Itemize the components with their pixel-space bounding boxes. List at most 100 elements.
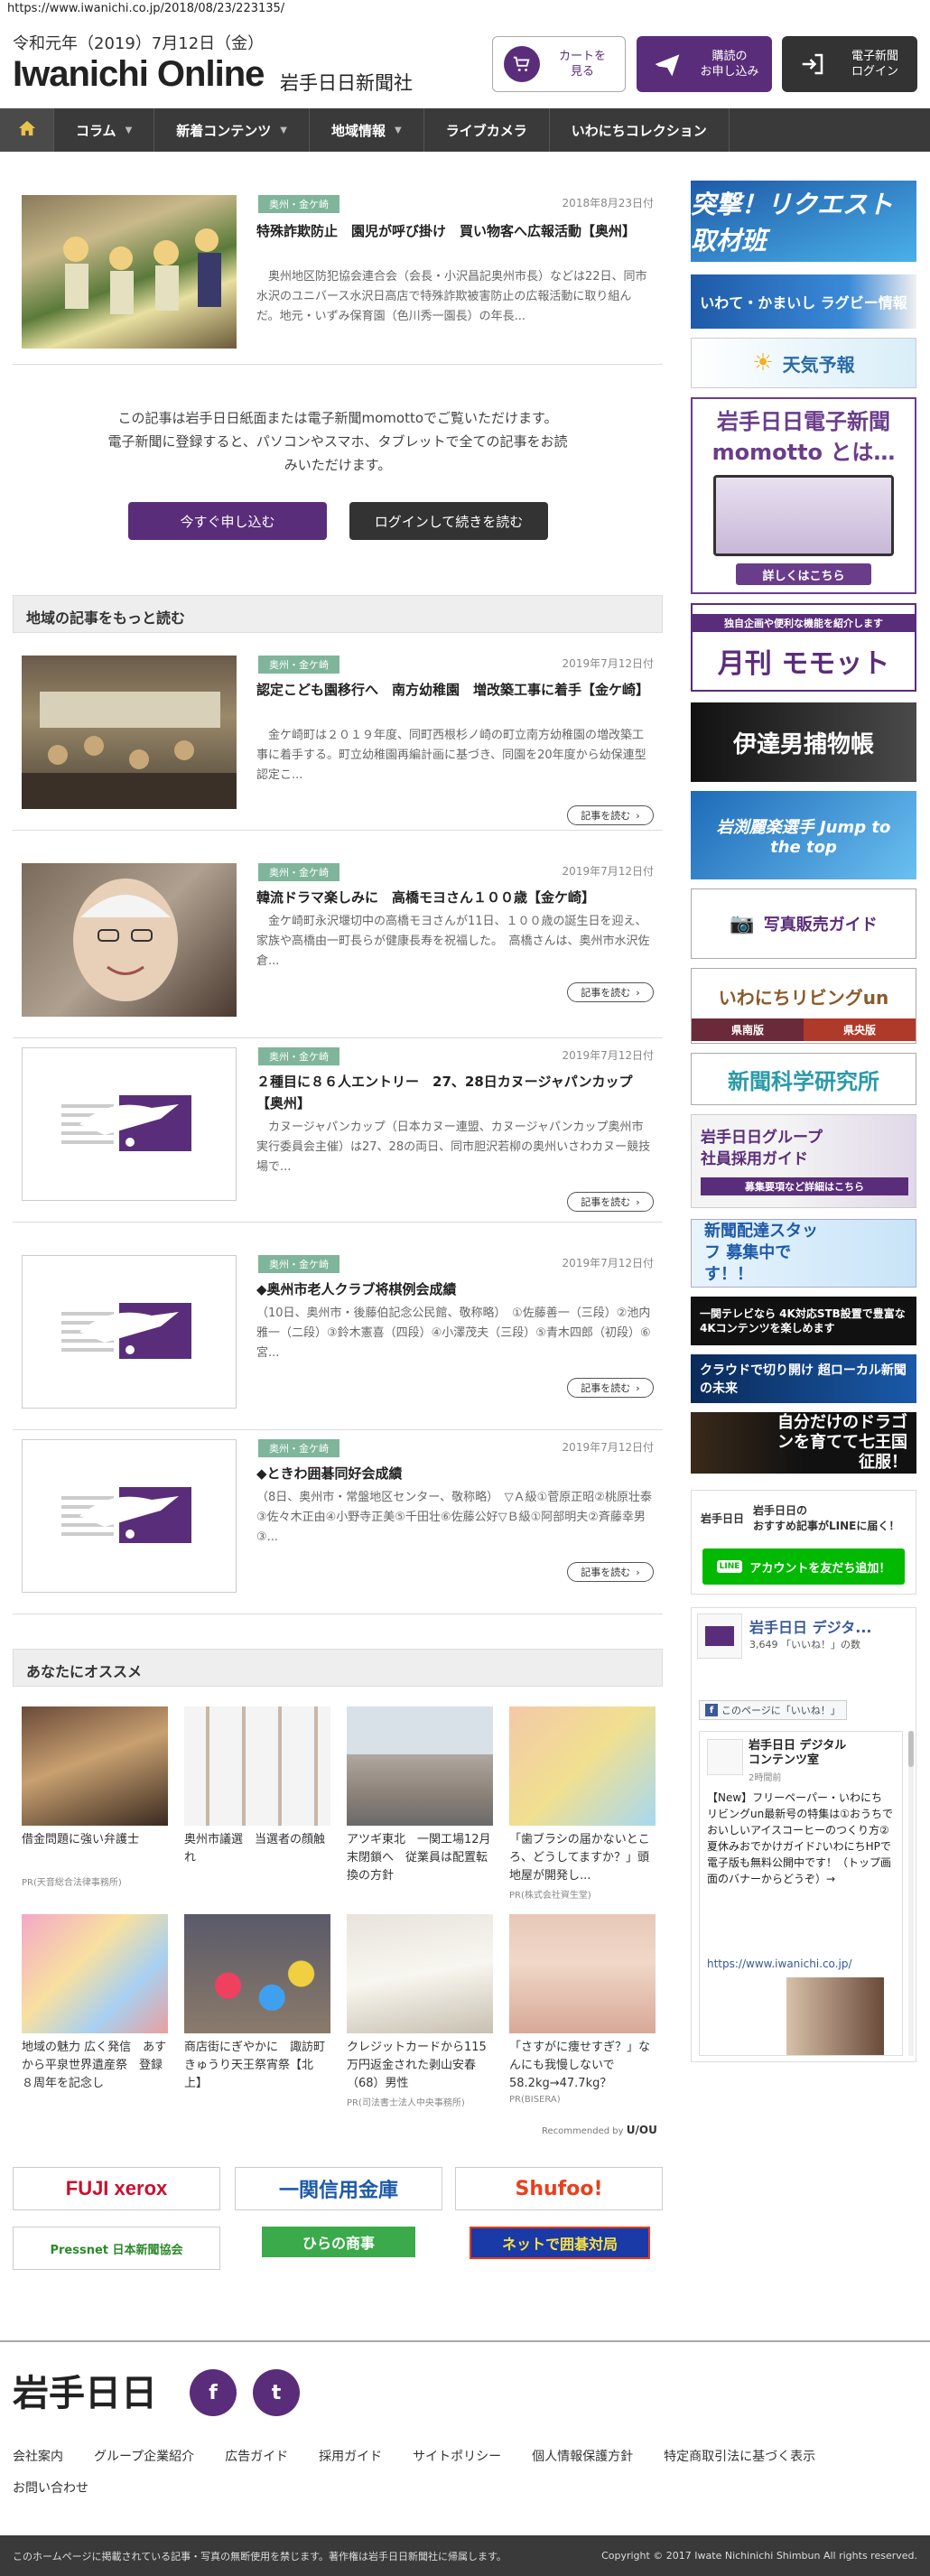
read-more-button[interactable]: 記事を読む › bbox=[567, 982, 654, 1002]
ad-banner[interactable]: Pressnet 日本新聞協会 bbox=[13, 2227, 220, 2270]
article-title[interactable]: 韓流ドラマ楽しみに 高橋モヨさん１００歳【金ケ崎】 bbox=[256, 887, 654, 908]
edition-south[interactable]: 県南版 bbox=[692, 1018, 804, 1041]
sidebar-banner-delivery[interactable]: 新聞配達スタッフ 募集中です！！ bbox=[691, 1219, 916, 1288]
read-more-button[interactable]: 記事を読む › bbox=[567, 1378, 654, 1398]
sidebar-banner-momotto[interactable]: 岩手日日電子新聞 momotto とは… 詳しくはこちら bbox=[691, 397, 916, 594]
article-photo[interactable] bbox=[22, 656, 237, 809]
footer-link[interactable]: 会社案内 bbox=[13, 2447, 63, 2465]
ad-banner[interactable]: FUJI xerox bbox=[13, 2167, 220, 2210]
camera-icon: 📷 bbox=[730, 912, 755, 935]
region-tag[interactable]: 奥州・金ケ崎 bbox=[258, 1047, 339, 1065]
apply-now-button[interactable]: 今すぐ申し込む bbox=[128, 502, 327, 540]
twitter-icon[interactable]: t bbox=[253, 2369, 300, 2416]
region-tag[interactable]: 奥州・金ケ崎 bbox=[258, 656, 339, 674]
region-tag[interactable]: 奥州・金ケ崎 bbox=[258, 863, 339, 881]
caret-down-icon: ▼ bbox=[280, 125, 287, 135]
post-author[interactable]: 岩手日日 デジタル コンテンツ室 bbox=[749, 1739, 846, 1768]
recommend-item[interactable]: クレジットカードから115万円返金された剥山安春（68）男性 PR(司法書士法人… bbox=[347, 1914, 493, 2108]
publish-date: 2019年7月12日付 bbox=[562, 1049, 654, 1062]
ad-banner[interactable]: 一関信用金庫 bbox=[235, 2167, 442, 2210]
read-more-button[interactable]: 記事を読む › bbox=[567, 1192, 654, 1212]
nav-item-collection[interactable]: いわにちコレクション bbox=[550, 108, 730, 152]
article-title[interactable]: ◆奥州市老人クラブ将棋例会成績 bbox=[256, 1279, 654, 1300]
sidebar-banner-monthly[interactable]: 独自企画や便利な機能を紹介します 月刊 モモット bbox=[691, 603, 916, 692]
fb-scrollbar[interactable] bbox=[908, 1731, 914, 2056]
featured-photo[interactable] bbox=[22, 195, 237, 349]
recommend-item[interactable]: 「さすがに痩せすぎ？」なんにも我慢しないで58.2kg→47.7kg？ PR(B… bbox=[509, 1914, 656, 2105]
footer-link[interactable]: 特定商取引法に基づく表示 bbox=[664, 2447, 815, 2465]
line-add-button[interactable]: LINE アカウントを友だち追加！ bbox=[702, 1548, 905, 1585]
post-link[interactable]: https://www.iwanichi.co.jp/ bbox=[707, 1958, 852, 1970]
read-more-button[interactable]: 記事を読む › bbox=[567, 805, 654, 825]
publish-date: 2019年7月12日付 bbox=[562, 865, 654, 878]
recommend-item[interactable]: 商店街にぎやかに 諏訪町 きゅうり天王祭宵祭【北上】 bbox=[184, 1914, 337, 2093]
recommend-item[interactable]: 「歯ブラシの届かないところ、どうしてますか？」頭地屋が開発し... PR(株式会… bbox=[509, 1706, 656, 1901]
publish-date: 2019年7月12日付 bbox=[562, 1257, 654, 1269]
contact-link[interactable]: お問い合わせ bbox=[13, 2478, 88, 2497]
recommend-title: 「さすがに痩せすぎ？」なんにも我慢しないで58.2kg→47.7kg？ bbox=[509, 2041, 651, 2090]
sidebar-banner-photo-sales[interactable]: 📷 写真販売ガイド bbox=[691, 888, 916, 959]
sidebar-banner-living-un[interactable]: いわにちリビングun 県南版 県央版 bbox=[691, 968, 916, 1044]
login-button[interactable]: 電子新聞 ログイン bbox=[782, 36, 917, 92]
post-text: 【New】フリーペーパー・いわにちリビングun最新号の特集は①おうちでおいしいア… bbox=[707, 1791, 893, 1885]
sidebar-banner-dragon[interactable]: 自分だけのドラゴンを育てて七王国征服！ bbox=[691, 1412, 916, 1474]
sidebar-banner-weather[interactable]: ☀ 天気予報 bbox=[691, 338, 916, 388]
sidebar-banner-date-otoko[interactable]: 伊達男捕物帳 bbox=[691, 702, 916, 782]
edition-central[interactable]: 県央版 bbox=[804, 1018, 916, 1041]
footer-logo[interactable]: 岩手日日 bbox=[13, 2364, 157, 2416]
nav-item-local-info[interactable]: 地域情報 ▼ bbox=[310, 108, 424, 152]
nav-item-new-content[interactable]: 新着コンテンツ ▼ bbox=[154, 108, 310, 152]
region-tag[interactable]: 奥州・金ケ崎 bbox=[258, 1255, 339, 1273]
nav-item-column[interactable]: コラム ▼ bbox=[54, 108, 155, 152]
sidebar-banner-iwabuchi[interactable]: 岩渕麗楽選手 Jump to the top bbox=[691, 791, 916, 879]
recommend-item[interactable]: 地域の魅力 広く発信 あすから平泉世界遺産祭 登録８周年を記念し bbox=[22, 1914, 168, 2093]
banner-title: クラウドで切り開け 超ローカル新聞の未来 bbox=[700, 1363, 907, 1396]
recommend-pr: PR(天音総合法律事務所) bbox=[22, 1878, 122, 1888]
placeholder-logo[interactable] bbox=[22, 1255, 237, 1409]
site-logo[interactable]: Iwanichi Online bbox=[13, 54, 265, 95]
sidebar-banner-cloud[interactable]: クラウドで切り開け 超ローカル新聞の未来 bbox=[691, 1354, 916, 1403]
sidebar-banner-recruit[interactable]: 岩手日日グループ 社員採用ガイド 募集要項など詳細はこちら bbox=[691, 1114, 916, 1208]
plane-icon bbox=[647, 44, 687, 84]
sidebar-banner-4k[interactable]: 一関テレビなら 4K対応STB設置で豊富な4Kコンテンツを楽しめます bbox=[691, 1297, 916, 1345]
footer-link[interactable]: 個人情報保護方針 bbox=[532, 2447, 633, 2465]
banner-title: 突撃！リクエスト取材班 bbox=[691, 190, 894, 256]
home-nav-button[interactable] bbox=[0, 108, 54, 152]
placeholder-logo[interactable] bbox=[22, 1047, 237, 1201]
page-url: https://www.iwanichi.co.jp/2018/08/23/22… bbox=[7, 2, 285, 15]
banner-title: 岩渕麗楽選手 Jump to the top bbox=[716, 817, 891, 857]
scroll-thumb[interactable] bbox=[908, 1731, 914, 1767]
footer-link[interactable]: サイトポリシー bbox=[413, 2447, 501, 2465]
recommend-item[interactable]: 借金問題に強い弁護士 PR(天音総合法律事務所) bbox=[22, 1706, 168, 1888]
ad-banner[interactable]: ひらの商事 bbox=[262, 2227, 415, 2257]
footer-link[interactable]: グループ企業紹介 bbox=[94, 2447, 194, 2465]
nav-item-live-camera[interactable]: ライブカメラ bbox=[424, 108, 550, 152]
post-image[interactable] bbox=[707, 1977, 884, 2055]
region-tag[interactable]: 奥州・金ケ崎 bbox=[258, 1439, 339, 1457]
footer-link[interactable]: 広告ガイド bbox=[225, 2447, 288, 2465]
featured-title[interactable]: 特殊詐欺防止 園児が呼び掛け 買い物客へ広報活動【奥州】 bbox=[256, 220, 654, 242]
article-title[interactable]: ２種目に８６人エントリー 27、28日カヌージャパンカップ【奥州】 bbox=[256, 1071, 654, 1114]
article-photo[interactable] bbox=[22, 863, 237, 1017]
recommend-item[interactable]: 奥州市議選 当選者の顔触れ bbox=[184, 1706, 330, 1867]
subscribe-button[interactable]: 購読の お申し込み bbox=[637, 36, 772, 92]
fb-avatar[interactable] bbox=[697, 1613, 742, 1659]
sidebar-banner-request[interactable]: 突撃！リクエスト取材班 bbox=[691, 181, 916, 262]
sidebar-banner-science[interactable]: 新聞科学研究所 bbox=[691, 1053, 916, 1105]
read-more-button[interactable]: 記事を読む › bbox=[567, 1562, 654, 1582]
cart-button[interactable]: カートを 見る bbox=[492, 36, 626, 92]
article-title[interactable]: ◆ときわ囲碁同好会成績 bbox=[256, 1463, 654, 1484]
login-continue-button[interactable]: ログインして続きを読む bbox=[349, 502, 548, 540]
ad-banner[interactable]: ネットで囲碁対局 bbox=[470, 2227, 650, 2259]
article-title[interactable]: 認定こども園移行へ 南方幼稚園 増改築工事に着手【金ケ崎】 bbox=[256, 679, 654, 701]
placeholder-logo[interactable] bbox=[22, 1439, 237, 1593]
ad-banner[interactable]: Shufoo! bbox=[455, 2167, 663, 2210]
footer-link[interactable]: 採用ガイド bbox=[319, 2447, 382, 2465]
region-tag[interactable]: 奥州・金ケ崎 bbox=[258, 195, 339, 213]
fb-page-name[interactable]: 岩手日日 デジタ... bbox=[749, 1615, 872, 1637]
facebook-icon[interactable]: f bbox=[190, 2369, 237, 2416]
fb-like-button[interactable]: f このページに「いいね！」 bbox=[699, 1700, 847, 1720]
recommend-item[interactable]: アツギ東北 一関工場12月末閉鎖へ 従業員は配置転換の方針 bbox=[347, 1706, 493, 1885]
line-brand: 岩手日日 bbox=[701, 1512, 745, 1525]
sidebar-banner-rugby[interactable]: いわて・かまいし ラグビー情報 bbox=[691, 274, 916, 329]
